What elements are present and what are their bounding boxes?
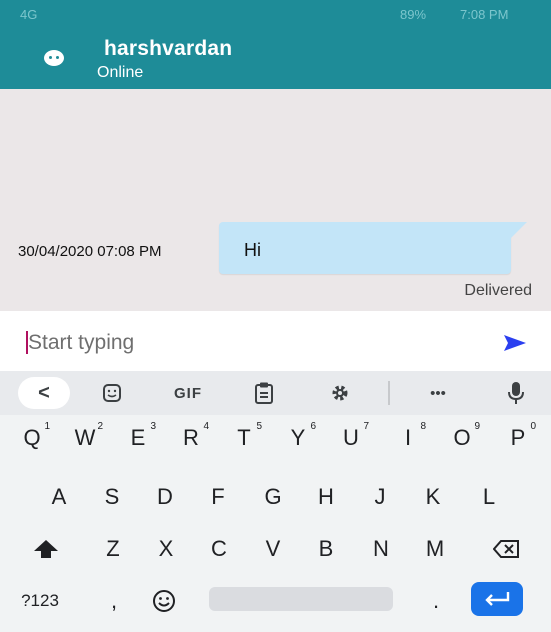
- key-label: O: [453, 425, 471, 450]
- key-g[interactable]: G: [250, 476, 296, 518]
- key-label: Y: [290, 425, 306, 450]
- key-c[interactable]: C: [196, 528, 242, 570]
- clipboard-icon[interactable]: [244, 377, 284, 409]
- contact-name[interactable]: harshvardan: [104, 37, 232, 61]
- message-timestamp: 30/04/2020 07:08 PM: [18, 243, 162, 260]
- key-hint: 4: [203, 421, 209, 432]
- key-v[interactable]: V: [250, 528, 296, 570]
- key-label: T: [237, 425, 251, 450]
- symbols-key[interactable]: ?123: [8, 580, 72, 622]
- key-label: R: [183, 425, 199, 450]
- toolbar-divider: [388, 381, 390, 405]
- gif-button[interactable]: GIF: [162, 377, 214, 409]
- key-f[interactable]: F: [195, 476, 241, 518]
- enter-icon: [485, 592, 510, 606]
- sticker-icon[interactable]: [92, 377, 132, 409]
- key-y[interactable]: Y6: [274, 417, 322, 459]
- key-k[interactable]: K: [410, 476, 456, 518]
- emoji-icon[interactable]: [144, 580, 184, 622]
- key-hint: 0: [530, 421, 536, 432]
- key-x[interactable]: X: [143, 528, 189, 570]
- key-h[interactable]: H: [303, 476, 349, 518]
- key-hint: 1: [44, 421, 50, 432]
- delivery-status: Delivered: [464, 282, 532, 299]
- key-label: W: [74, 425, 96, 450]
- key-label: I: [404, 425, 412, 450]
- key-i[interactable]: I8: [384, 417, 432, 459]
- key-m[interactable]: M: [412, 528, 458, 570]
- message-bubble[interactable]: Hi: [219, 222, 527, 274]
- key-hint: 3: [150, 421, 156, 432]
- settings-icon[interactable]: [320, 377, 360, 409]
- back-button[interactable]: <: [18, 377, 70, 409]
- key-hint: 5: [256, 421, 262, 432]
- microphone-icon[interactable]: [496, 377, 536, 409]
- key-hint: 8: [420, 421, 426, 432]
- key-n[interactable]: N: [358, 528, 404, 570]
- key-l[interactable]: L: [466, 476, 512, 518]
- period-key[interactable]: .: [418, 580, 454, 622]
- network-indicator: 4G: [20, 7, 38, 22]
- keyboard: < GIF ••• Q1 W2 E3 R4 T5 Y6 U7 I8 O9 P0 …: [0, 371, 551, 632]
- message-list[interactable]: 30/04/2020 07:08 PM Hi Delivered: [0, 89, 551, 311]
- key-label: P: [510, 425, 526, 450]
- avatar-icon[interactable]: [44, 50, 64, 66]
- key-e[interactable]: E3: [114, 417, 162, 459]
- key-o[interactable]: O9: [438, 417, 486, 459]
- key-q[interactable]: Q1: [8, 417, 56, 459]
- key-hint: 2: [97, 421, 103, 432]
- key-hint: 7: [363, 421, 369, 432]
- key-b[interactable]: B: [303, 528, 349, 570]
- message-input[interactable]: [0, 325, 500, 361]
- key-label: U: [343, 425, 359, 450]
- clock: 7:08 PM: [460, 7, 509, 22]
- keyboard-toolbar: < GIF •••: [0, 371, 551, 415]
- text-cursor: [26, 331, 28, 354]
- backspace-icon[interactable]: [478, 528, 534, 570]
- key-z[interactable]: Z: [90, 528, 136, 570]
- key-hint: 6: [310, 421, 316, 432]
- status-bar: 4G 89% 7:08 PM: [0, 0, 551, 28]
- key-label: E: [130, 425, 146, 450]
- enter-key[interactable]: [471, 582, 523, 616]
- space-bar[interactable]: [209, 587, 393, 611]
- key-r[interactable]: R4: [167, 417, 215, 459]
- more-button[interactable]: •••: [418, 377, 458, 409]
- key-s[interactable]: S: [89, 476, 135, 518]
- message-text: Hi: [244, 240, 261, 260]
- shift-icon[interactable]: [18, 528, 74, 570]
- contact-status: Online: [97, 64, 144, 81]
- key-u[interactable]: U7: [327, 417, 375, 459]
- comma-key[interactable]: ,: [94, 580, 134, 622]
- composer: [0, 311, 551, 371]
- battery-level: 89%: [400, 7, 427, 22]
- key-w[interactable]: W2: [61, 417, 109, 459]
- send-icon[interactable]: [504, 335, 526, 351]
- key-d[interactable]: D: [142, 476, 188, 518]
- chat-header: harshvardan Online: [0, 28, 551, 89]
- key-j[interactable]: J: [357, 476, 403, 518]
- key-hint: 9: [474, 421, 480, 432]
- key-p[interactable]: P0: [494, 417, 542, 459]
- key-a[interactable]: A: [36, 476, 82, 518]
- key-label: Q: [23, 425, 41, 450]
- key-t[interactable]: T5: [220, 417, 268, 459]
